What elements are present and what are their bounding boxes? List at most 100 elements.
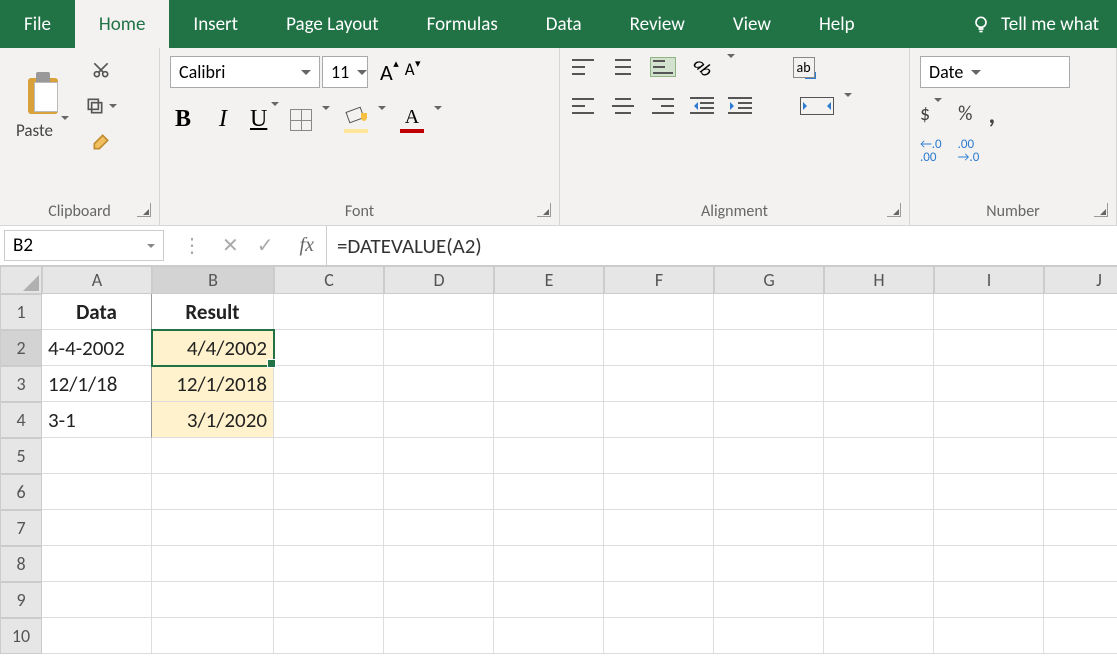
cell-C3[interactable]: [274, 366, 384, 402]
cell-F9[interactable]: [604, 582, 714, 618]
cell-J10[interactable]: [1044, 618, 1117, 654]
cell-J1[interactable]: [1044, 294, 1117, 330]
orientation-button[interactable]: ab: [690, 56, 735, 78]
cell-A3[interactable]: 12/1/18: [42, 366, 152, 402]
font-name-combo[interactable]: Calibri: [170, 56, 320, 88]
cell-A8[interactable]: [42, 546, 152, 582]
row-header-9[interactable]: 9: [0, 582, 42, 618]
cell-G6[interactable]: [714, 474, 824, 510]
cell-G9[interactable]: [714, 582, 824, 618]
cell-B4[interactable]: 3/1/2020: [152, 402, 274, 438]
col-header-H[interactable]: H: [824, 266, 934, 294]
cell-A5[interactable]: [42, 438, 152, 474]
cell-G8[interactable]: [714, 546, 824, 582]
increase-indent-button[interactable]: [728, 97, 752, 115]
cell-F5[interactable]: [604, 438, 714, 474]
cell-B1[interactable]: Result: [152, 294, 274, 330]
cell-I3[interactable]: [934, 366, 1044, 402]
cell-J2[interactable]: [1044, 330, 1117, 366]
cell-C6[interactable]: [274, 474, 384, 510]
shrink-font-button[interactable]: A▾: [401, 57, 419, 88]
cell-F6[interactable]: [604, 474, 714, 510]
cell-C2[interactable]: [274, 330, 384, 366]
cell-C7[interactable]: [274, 510, 384, 546]
cell-G7[interactable]: [714, 510, 824, 546]
cell-B9[interactable]: [152, 582, 274, 618]
font-color-button[interactable]: A: [400, 106, 442, 133]
tab-review[interactable]: Review: [606, 0, 709, 48]
tab-home[interactable]: Home: [75, 0, 170, 48]
decrease-indent-button[interactable]: [690, 97, 714, 115]
cell-A7[interactable]: [42, 510, 152, 546]
font-size-combo[interactable]: 11: [322, 56, 368, 88]
cell-A6[interactable]: [42, 474, 152, 510]
cell-J6[interactable]: [1044, 474, 1117, 510]
col-header-B[interactable]: B: [152, 266, 274, 294]
merge-dropdown-icon[interactable]: [840, 97, 852, 116]
clipboard-launcher[interactable]: [137, 203, 151, 217]
cell-D7[interactable]: [384, 510, 494, 546]
cell-D1[interactable]: [384, 294, 494, 330]
cell-B3[interactable]: 12/1/2018: [152, 366, 274, 402]
number-format-combo[interactable]: Date: [920, 56, 1070, 88]
cell-J8[interactable]: [1044, 546, 1117, 582]
tab-file[interactable]: File: [0, 0, 75, 48]
cell-F4[interactable]: [604, 402, 714, 438]
col-header-E[interactable]: E: [494, 266, 604, 294]
decrease-decimal-button[interactable]: .00 →.0: [958, 138, 980, 164]
cell-H8[interactable]: [824, 546, 934, 582]
copy-button[interactable]: [81, 92, 121, 120]
increase-decimal-button[interactable]: ←.0 .00: [920, 138, 942, 164]
align-top-button[interactable]: [570, 57, 596, 77]
cell-F7[interactable]: [604, 510, 714, 546]
cell-D5[interactable]: [384, 438, 494, 474]
select-all-corner[interactable]: [0, 266, 42, 294]
cell-A4[interactable]: 3-1: [42, 402, 152, 438]
cancel-formula-button[interactable]: ✕: [222, 233, 239, 258]
insert-function-button[interactable]: fx: [288, 226, 326, 265]
paste-dropdown-icon[interactable]: [57, 120, 69, 141]
percent-format-button[interactable]: %: [958, 102, 972, 126]
cell-A10[interactable]: [42, 618, 152, 654]
cell-D10[interactable]: [384, 618, 494, 654]
row-header-8[interactable]: 8: [0, 546, 42, 582]
formula-input[interactable]: =DATEVALUE(A2): [326, 226, 1117, 265]
tab-help[interactable]: Help: [795, 0, 879, 48]
row-header-4[interactable]: 4: [0, 402, 42, 438]
cell-B7[interactable]: [152, 510, 274, 546]
cell-E1[interactable]: [494, 294, 604, 330]
cell-I4[interactable]: [934, 402, 1044, 438]
merge-center-button[interactable]: [800, 97, 852, 116]
cell-G10[interactable]: [714, 618, 824, 654]
cell-J3[interactable]: [1044, 366, 1117, 402]
row-header-6[interactable]: 6: [0, 474, 42, 510]
cell-H1[interactable]: [824, 294, 934, 330]
cell-I2[interactable]: [934, 330, 1044, 366]
cell-I10[interactable]: [934, 618, 1044, 654]
enter-formula-button[interactable]: ✓: [257, 233, 274, 258]
row-header-3[interactable]: 3: [0, 366, 42, 402]
row-header-1[interactable]: 1: [0, 294, 42, 330]
underline-button[interactable]: U: [250, 106, 276, 133]
cell-G4[interactable]: [714, 402, 824, 438]
align-right-button[interactable]: [650, 96, 676, 116]
cell-H5[interactable]: [824, 438, 934, 474]
tab-page-layout[interactable]: Page Layout: [262, 0, 403, 48]
align-bottom-button[interactable]: [650, 57, 676, 77]
font-color-dropdown-icon[interactable]: [430, 110, 442, 129]
row-header-5[interactable]: 5: [0, 438, 42, 474]
cell-H2[interactable]: [824, 330, 934, 366]
cell-H10[interactable]: [824, 618, 934, 654]
align-left-button[interactable]: [570, 96, 596, 116]
row-header-10[interactable]: 10: [0, 618, 42, 654]
cell-C5[interactable]: [274, 438, 384, 474]
row-header-7[interactable]: 7: [0, 510, 42, 546]
col-header-I[interactable]: I: [934, 266, 1044, 294]
borders-button[interactable]: [290, 109, 312, 131]
tab-formulas[interactable]: Formulas: [403, 0, 522, 48]
cell-G3[interactable]: [714, 366, 824, 402]
fill-dropdown-icon[interactable]: [374, 110, 386, 129]
cell-I7[interactable]: [934, 510, 1044, 546]
font-launcher[interactable]: [537, 203, 551, 217]
cell-G1[interactable]: [714, 294, 824, 330]
